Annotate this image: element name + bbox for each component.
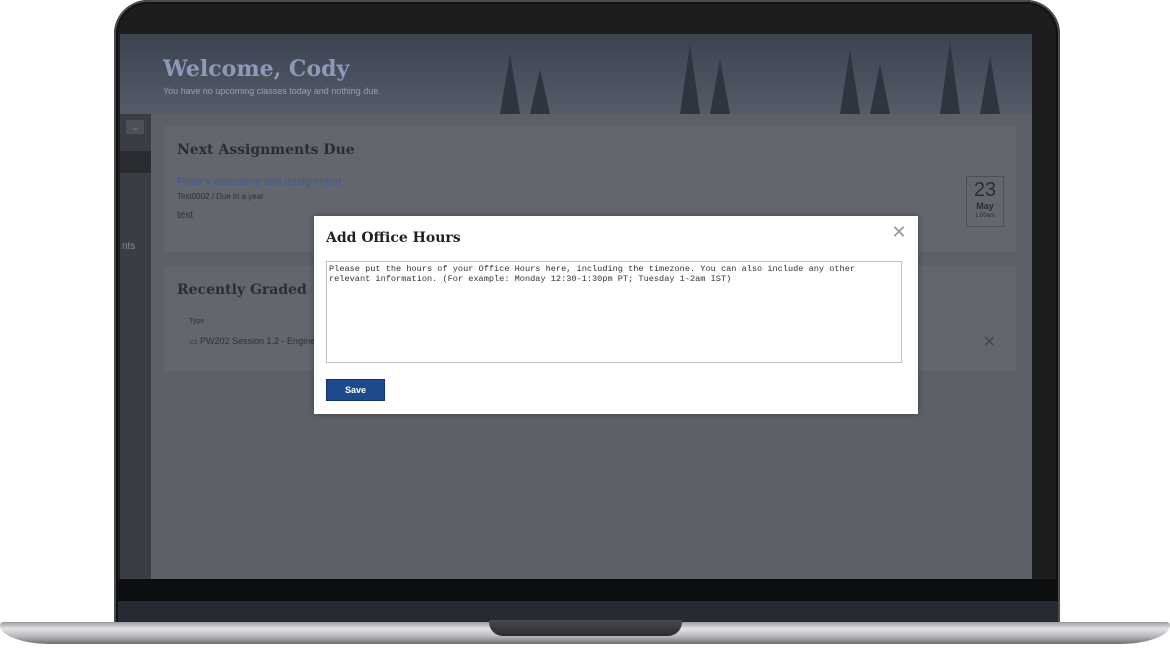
add-office-hours-modal: Add Office Hours ✕ Save xyxy=(314,216,918,414)
hero-banner: Welcome, Cody You have no upcoming class… xyxy=(120,34,1032,114)
assignment-link[interactable]: Peter's awesome test assignment xyxy=(177,176,341,188)
due-date-badge: 23 May 1:00am xyxy=(966,176,1004,227)
type-column-header: Type xyxy=(189,318,205,325)
welcome-title: Welcome, Cody xyxy=(163,56,350,82)
laptop-notch xyxy=(489,620,682,636)
office-hours-textarea[interactable] xyxy=(326,261,902,363)
graded-item-label: PW202 Session 1.2 - Engine xyxy=(200,336,316,346)
sidebar: ⌄ nts xyxy=(120,114,151,579)
welcome-subtitle: You have no upcoming classes today and n… xyxy=(163,86,381,96)
dismiss-icon[interactable]: ✕ xyxy=(983,332,996,352)
graded-item-row[interactable]: ▭ PW202 Session 1.2 - Engine xyxy=(189,336,315,347)
due-date-month: May xyxy=(976,201,994,211)
sidebar-selected-item[interactable] xyxy=(120,151,151,173)
video-icon: ▭ xyxy=(189,336,201,346)
chevron-down-icon[interactable]: ⌄ xyxy=(126,120,144,134)
due-date-time: 1:00am xyxy=(974,213,995,219)
save-button[interactable]: Save xyxy=(326,379,385,401)
assignment-description: test xyxy=(177,210,194,221)
recently-graded-title: Recently Graded xyxy=(177,282,307,298)
close-icon[interactable]: ✕ xyxy=(890,223,908,241)
screen-bezel xyxy=(118,579,1058,601)
assignment-meta: Test0002 / Due in a year xyxy=(177,192,264,201)
next-assignments-title: Next Assignments Due xyxy=(177,142,355,158)
modal-title: Add Office Hours xyxy=(326,230,461,246)
due-date-day: 23 xyxy=(973,179,997,201)
sidebar-item-label[interactable]: nts xyxy=(122,241,135,252)
